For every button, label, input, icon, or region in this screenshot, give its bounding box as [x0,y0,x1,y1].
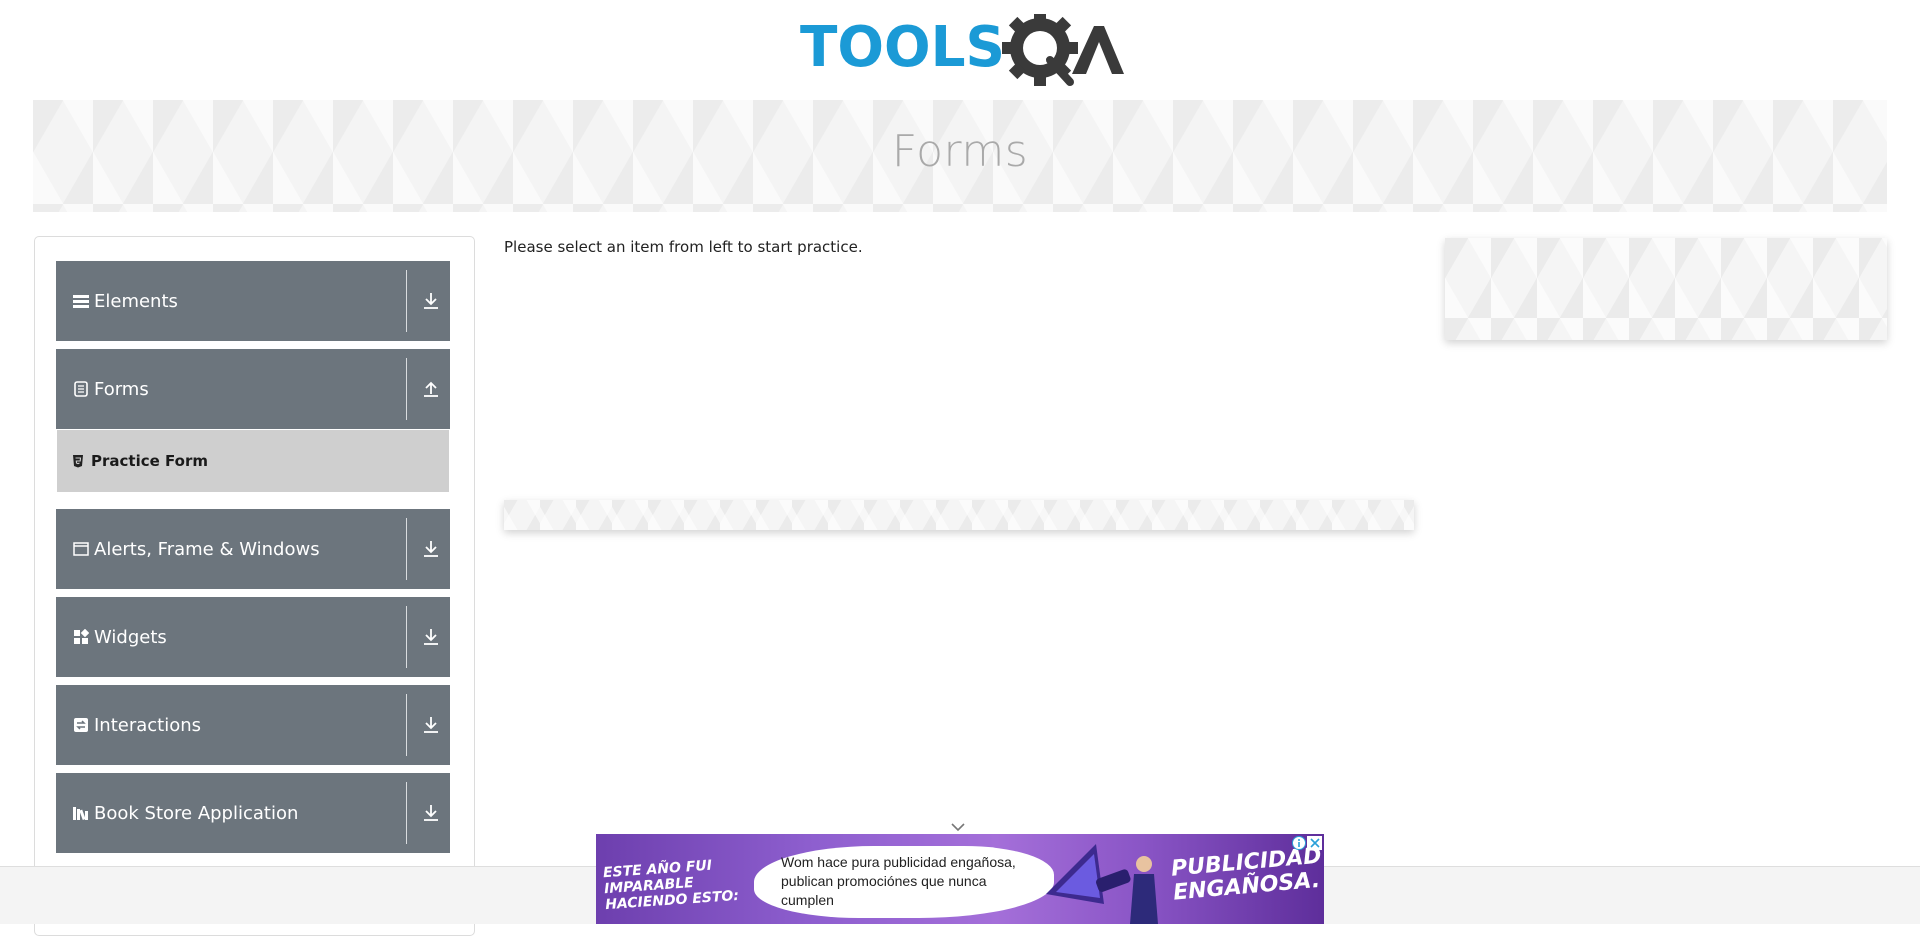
logo-text-tools: TOOLS [800,15,1005,80]
group-divider [406,358,407,420]
interactions-icon [72,716,90,734]
group-divider [406,694,407,756]
group-header-widgets[interactable]: Widgets [56,597,450,677]
ad-placeholder-middle [504,500,1414,530]
page-title: Forms [891,126,1029,177]
page-banner: Forms [33,100,1887,212]
group-label: Forms [94,378,149,400]
advertisement-banner[interactable]: ESTE AÑO FUI IMPARABLE HACIENDO ESTO: Wo… [596,834,1324,924]
group-divider [406,270,407,332]
ad-left-text: ESTE AÑO FUI IMPARABLE HACIENDO ESTO: [602,857,740,914]
download-icon[interactable] [422,291,442,313]
group-header-interactions[interactable]: Interactions [56,685,450,765]
window-icon [72,540,90,558]
group-divider [406,518,407,580]
group-divider [406,782,407,844]
group-label: Elements [94,290,178,312]
megaphone-icon [1046,844,1158,924]
upload-icon[interactable] [422,379,442,401]
chevron-down-icon[interactable] [950,818,966,832]
group-header-forms[interactable]: Forms [56,349,450,429]
group-header-book-store-application[interactable]: Book Store Application [56,773,450,853]
menu-item-practice-form[interactable]: Practice Form [57,430,449,492]
menu-item-label: Practice Form [91,452,208,470]
ad-center-text: Wom hace pura publicidad engañosa, publi… [781,854,1016,908]
group-label: Interactions [94,714,202,736]
ad-right-text: PUBLICIDAD ENGAÑOSA. [1170,843,1323,906]
books-icon [72,804,90,822]
group-divider [406,606,407,668]
group-header-elements[interactable]: Elements [56,261,450,341]
html5-icon [71,454,85,468]
form-icon [72,380,90,398]
download-icon[interactable] [422,715,442,737]
group-label: Book Store Application [94,802,299,824]
info-icon[interactable] [1292,836,1306,850]
instruction-text: Please select an item from left to start… [504,238,863,256]
logo-letter-a [1072,26,1124,74]
list-icon [72,292,90,310]
toolsqa-logo[interactable]: TOOLS QA [800,14,1124,90]
download-icon[interactable] [422,539,442,561]
ad-placeholder-right [1445,238,1887,340]
group-label: Widgets [94,626,167,648]
group-label: Alerts, Frame & Windows [94,538,320,560]
gear-icon [1002,14,1078,86]
group-header-alerts-frame-windows[interactable]: Alerts, Frame & Windows [56,509,450,589]
download-icon[interactable] [422,803,442,825]
header: TOOLS QA [0,0,1920,100]
widgets-icon [72,628,90,646]
close-icon[interactable] [1307,836,1322,850]
download-icon[interactable] [422,627,442,649]
